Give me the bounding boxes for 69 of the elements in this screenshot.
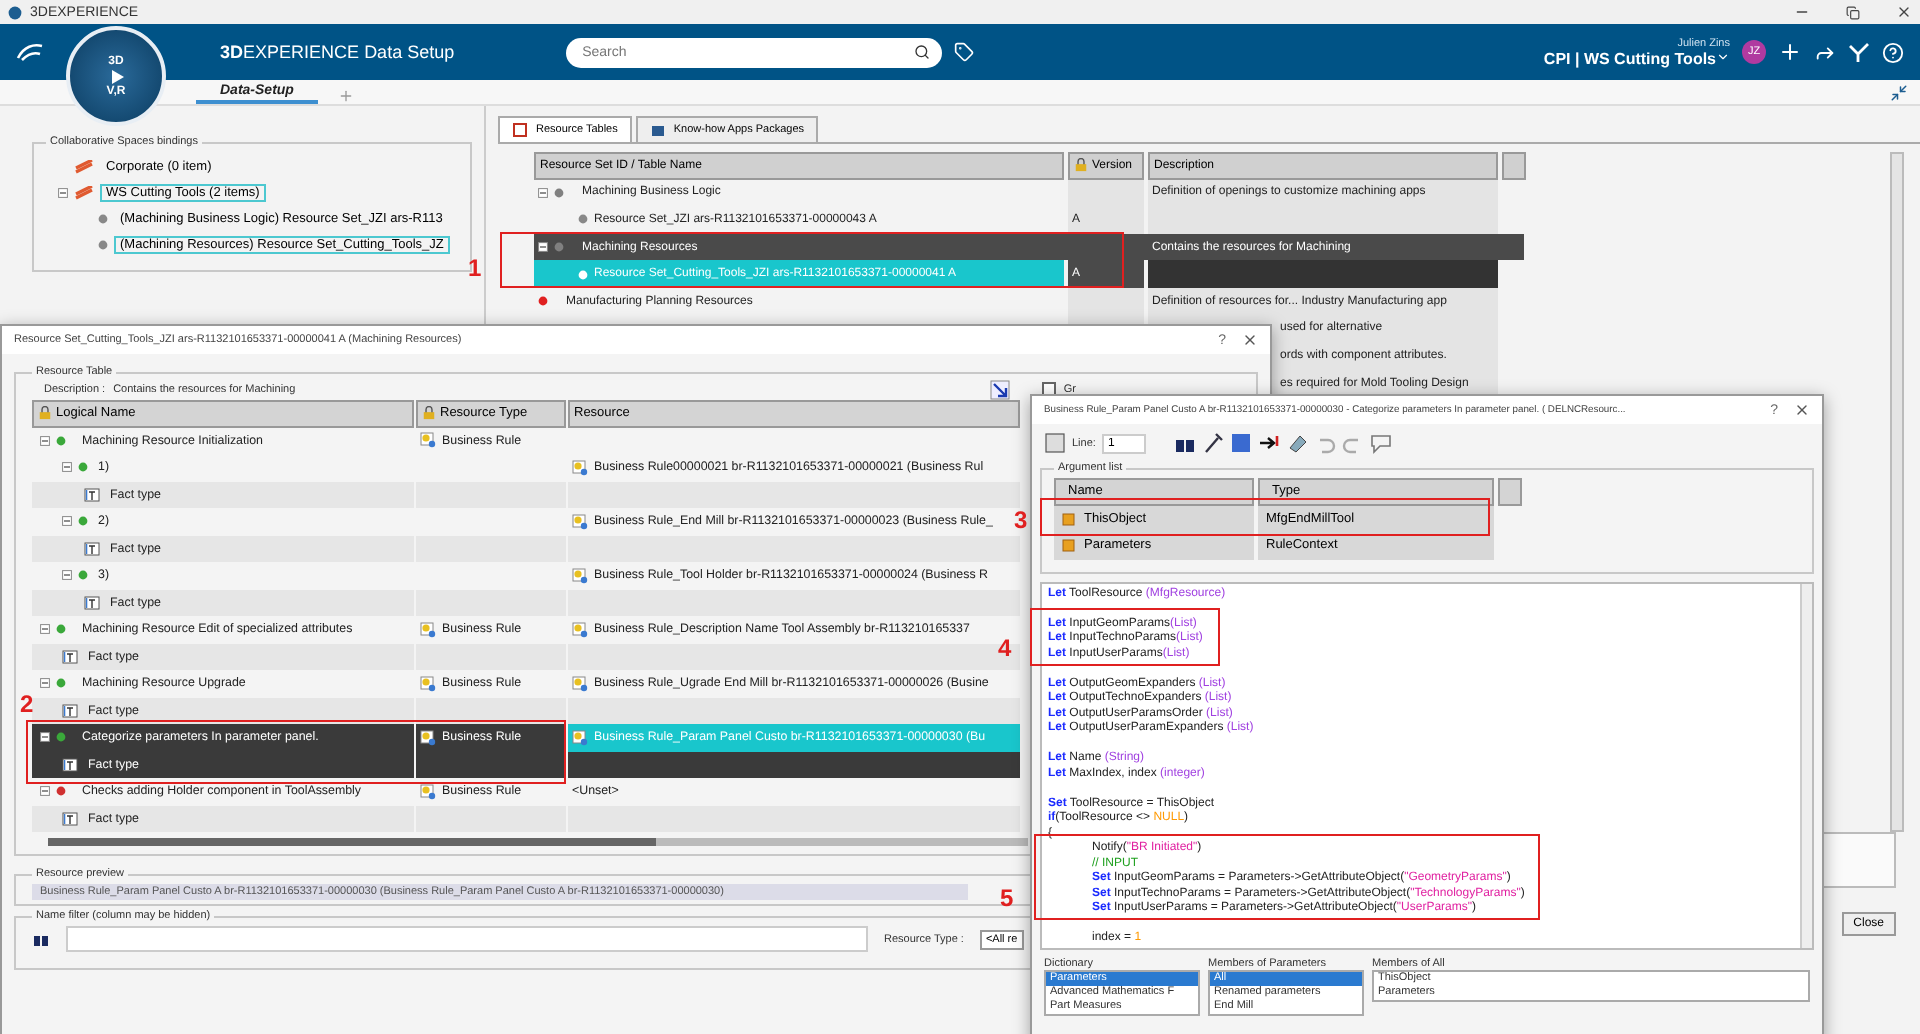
rule-icon [572,567,588,584]
rule-icon [572,513,588,530]
node-icon [78,462,88,473]
annotation-number: 3 [1014,508,1028,532]
rule-icon [572,675,588,692]
fact-type-icon [62,703,78,718]
lock-icon [422,406,436,421]
table-icon [512,122,528,138]
rule-icon [420,432,436,449]
annotation-number: 5 [1000,886,1014,910]
comment-icon[interactable] [1369,432,1392,454]
lock-icon [38,406,52,421]
fact-type-icon [84,487,100,502]
node-icon [98,240,108,250]
plus-icon[interactable] [1778,40,1802,64]
collapse-icon[interactable] [1890,84,1908,102]
annotation-number: 2 [20,692,34,716]
fact-type-icon [84,595,100,610]
annotation-number: 1 [468,256,482,280]
node-icon [98,214,108,224]
wrench-icon[interactable] [1201,432,1224,454]
eraser-icon[interactable] [1285,432,1308,454]
app-icon [8,5,22,19]
scrollbar[interactable] [1800,583,1812,947]
package-icon [649,122,666,138]
rule-icon [420,675,436,692]
lock-icon [1074,158,1088,173]
node-icon [578,269,588,280]
code-editor[interactable] [1040,581,1814,949]
close-icon[interactable] [1794,402,1810,418]
close-icon[interactable] [1242,332,1258,348]
fact-type-icon [84,541,100,556]
compass-icon[interactable] [1848,41,1870,63]
space-icon [74,159,94,175]
annotation-number: 4 [998,636,1012,660]
export-icon[interactable] [989,379,1010,399]
search-icon[interactable] [914,44,931,60]
toolbar-icon[interactable] [1044,432,1066,454]
app-name: 3DEXPERIENCE Data Setup [220,42,455,62]
tag-icon[interactable] [954,42,975,62]
scrollbar[interactable] [48,838,1028,846]
fact-type-icon [62,649,78,664]
caret-icon [1716,49,1730,63]
binoculars-icon[interactable] [32,930,50,948]
collapse-icon[interactable] [538,242,548,253]
rule-icon [420,729,436,746]
node-icon [78,516,88,527]
rule-icon [420,783,436,800]
space-icon [74,185,94,201]
play-icon[interactable] [107,67,125,85]
fact-type-icon [62,811,78,826]
node-icon [578,214,588,225]
rule-icon [420,621,436,638]
context-selector[interactable]: CPI | WS Cutting Tools [1543,49,1730,67]
share-icon[interactable] [1814,41,1836,63]
rule-icon [572,459,588,476]
arrow-icon[interactable] [1257,432,1280,454]
collapse-icon[interactable] [40,732,50,743]
rule-icon [572,729,588,746]
restore-icon[interactable] [1846,5,1860,19]
close-icon[interactable] [1896,4,1912,20]
name-filter-field[interactable] [66,926,868,952]
logo-icon [16,42,44,62]
help-icon[interactable] [1882,41,1904,63]
rule-icon [572,621,588,638]
scrollbar[interactable] [1890,152,1904,832]
fact-type-icon [62,757,78,772]
node-icon [78,570,88,581]
help-icon[interactable] [1229,432,1252,454]
